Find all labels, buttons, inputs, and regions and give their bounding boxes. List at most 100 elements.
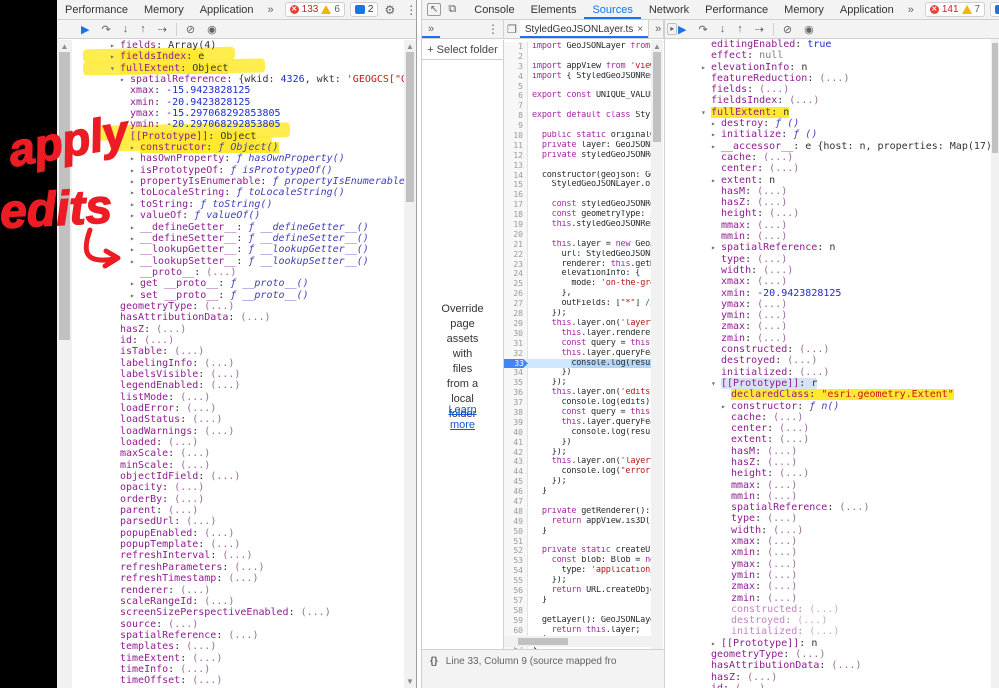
- line-number[interactable]: 16: [504, 190, 528, 200]
- tree-row-labelsVisible[interactable]: labelsVisible: (...): [110, 369, 404, 380]
- line-number[interactable]: 59: [504, 616, 528, 626]
- line-number[interactable]: 27: [504, 299, 528, 309]
- tree-row-mmin[interactable]: mmin: (...): [701, 491, 991, 502]
- code-line-55[interactable]: 55 });: [504, 576, 652, 586]
- tree-row-initialize[interactable]: ▸initialize: ƒ (): [701, 129, 991, 140]
- property-value[interactable]: (...): [757, 276, 787, 287]
- tree-row-hasAttributionData[interactable]: hasAttributionData: (...): [110, 312, 404, 323]
- tree-row-__defineSetter__[interactable]: ▸__defineSetter__: ƒ __defineSetter__(): [110, 233, 404, 244]
- code-line-36[interactable]: 36 this.layer.on('edits', (: [504, 388, 652, 398]
- expander-icon[interactable]: ▾: [711, 378, 721, 389]
- tree-row-loadStatus[interactable]: loadStatus: (...): [110, 414, 404, 425]
- expander-icon[interactable]: ▸: [711, 638, 721, 649]
- tab-application[interactable]: Application: [192, 0, 262, 19]
- expander-icon[interactable]: ▸: [110, 40, 120, 51]
- inspect-element-icon[interactable]: ↖: [427, 3, 441, 16]
- line-number[interactable]: 20: [504, 230, 528, 240]
- tab-elements[interactable]: Elements: [523, 0, 585, 19]
- code-line-22[interactable]: 22 url: StyledGeoJSONLaye: [504, 250, 652, 260]
- code-line-50[interactable]: 50 }: [504, 527, 652, 537]
- property-value[interactable]: (...): [204, 596, 234, 607]
- left-issues-badge-group[interactable]: ✕ 133 6: [285, 2, 345, 17]
- scrollbar-thumb[interactable]: [992, 43, 998, 153]
- line-number[interactable]: 56: [504, 586, 528, 596]
- property-value[interactable]: (...): [204, 358, 234, 369]
- code-line-3[interactable]: 3import appView from 'view/Ap: [504, 62, 652, 72]
- tree-row-loaded[interactable]: loaded: (...): [110, 437, 404, 448]
- tree-row-parent[interactable]: parent: (...): [110, 505, 404, 516]
- code-line-16[interactable]: 16: [504, 190, 652, 200]
- sidebar-scrollbar[interactable]: [991, 39, 999, 688]
- property-value[interactable]: (...): [799, 367, 829, 378]
- line-number[interactable]: 26: [504, 289, 528, 299]
- code-line-35[interactable]: 35 });: [504, 378, 652, 388]
- tree-row-loadWarnings[interactable]: loadWarnings: (...): [110, 426, 404, 437]
- tree-row-featureReduction[interactable]: featureReduction: (...): [701, 73, 991, 84]
- tree-row-ymax[interactable]: ymax: -15.297068292853805: [110, 108, 404, 119]
- tree-row-isTable[interactable]: isTable: (...): [110, 346, 404, 357]
- tree-row-ymin[interactable]: ymin: (...): [701, 310, 991, 321]
- line-number[interactable]: 35: [504, 378, 528, 388]
- line-number[interactable]: 15: [504, 180, 528, 190]
- tree-row-type[interactable]: type: (...): [701, 513, 991, 524]
- code-line-53[interactable]: 53 const blob: Blob = new B: [504, 556, 652, 566]
- code-line-54[interactable]: 54 type: 'application/jso: [504, 566, 652, 576]
- property-value[interactable]: (...): [757, 254, 787, 265]
- tree-row-extent[interactable]: extent: (...): [701, 434, 991, 445]
- tree-row-templates[interactable]: templates: (...): [110, 641, 404, 652]
- tree-row-effect[interactable]: effect: null: [701, 50, 991, 61]
- property-value[interactable]: (...): [168, 505, 198, 516]
- code-line-19[interactable]: 19 this.styledGeoJSONRender: [504, 220, 652, 230]
- tree-row-hasZ[interactable]: hasZ: (...): [701, 672, 991, 683]
- code-line-10[interactable]: 10 public static originalGeo:: [504, 131, 652, 141]
- tree-row-declaredClass[interactable]: declaredClass: "esri.geometry.Extent": [701, 389, 991, 400]
- code-line-29[interactable]: 29 this.layer.on('layerview: [504, 319, 652, 329]
- line-number[interactable]: 46: [504, 487, 528, 497]
- learn-more-link-text[interactable]: Learn: [448, 404, 476, 416]
- scroll-up-icon[interactable]: ▲: [404, 42, 416, 51]
- tree-row-destroyed[interactable]: destroyed: (...): [701, 355, 991, 366]
- tree-row-toLocaleString[interactable]: ▸toLocaleString: ƒ toLocaleString(): [110, 187, 404, 198]
- property-value[interactable]: (...): [204, 426, 234, 437]
- code-line-46[interactable]: 46 }: [504, 487, 652, 497]
- line-number[interactable]: 18: [504, 210, 528, 220]
- code-line-58[interactable]: 58: [504, 606, 652, 616]
- code-line-52[interactable]: 52 private static createUrl(g: [504, 546, 652, 556]
- code-line-56[interactable]: 56 return URL.createObjectU: [504, 586, 652, 596]
- code-line-7[interactable]: 7: [504, 101, 652, 111]
- code-line-4[interactable]: 4import { StyledGeoJSONRender: [504, 72, 652, 82]
- tree-row-orderBy[interactable]: orderBy: (...): [110, 494, 404, 505]
- property-value[interactable]: (...): [757, 333, 787, 344]
- code-line-39[interactable]: 39 this.layer.queryFeatur: [504, 418, 652, 428]
- tree-row-height[interactable]: height: (...): [701, 208, 991, 219]
- property-value[interactable]: (...): [186, 403, 216, 414]
- left-tree-scrollbar[interactable]: ▲ ▼: [404, 40, 416, 688]
- code-line-60[interactable]: 60 return this.layer;: [504, 626, 652, 636]
- code-line-31[interactable]: 31 const query = this.lay: [504, 339, 652, 349]
- expander-icon[interactable]: ▸: [130, 256, 140, 267]
- property-value[interactable]: (...): [204, 528, 234, 539]
- line-number[interactable]: 60: [504, 626, 528, 636]
- step-icon[interactable]: ⇢: [152, 23, 173, 36]
- expander-icon[interactable]: ▸: [120, 74, 130, 85]
- tree-row-xmin[interactable]: xmin: -20.9423828125: [701, 288, 991, 299]
- tree-row-editingEnabled[interactable]: editingEnabled: true: [701, 39, 991, 50]
- property-value[interactable]: (...): [809, 626, 839, 637]
- tree-row-type[interactable]: type: (...): [701, 254, 991, 265]
- tree-row-__proto__[interactable]: __proto__: (...): [110, 267, 404, 278]
- code-line-25[interactable]: 25 mode: 'on-the-ground: [504, 279, 652, 289]
- code-line-47[interactable]: 47: [504, 497, 652, 507]
- tab-network[interactable]: Network: [641, 0, 697, 19]
- property-value[interactable]: (...): [192, 675, 222, 686]
- tree-row-timeExtent[interactable]: timeExtent: (...): [110, 653, 404, 664]
- code-line-9[interactable]: 9: [504, 121, 652, 131]
- code-line-12[interactable]: 12 private styledGeoJSONRende: [504, 151, 652, 161]
- tree-row-toString[interactable]: ▸toString: ƒ toString(): [110, 199, 404, 210]
- code-line-44[interactable]: 44 console.log("error is: [504, 467, 652, 477]
- scroll-up-icon[interactable]: ▲: [651, 42, 663, 51]
- expander-icon[interactable]: ▸: [711, 141, 721, 152]
- property-value[interactable]: (...): [168, 437, 198, 448]
- line-number[interactable]: 13: [504, 161, 528, 171]
- tree-row-loadError[interactable]: loadError: (...): [110, 403, 404, 414]
- tree-row-valueOf[interactable]: ▸valueOf: ƒ valueOf(): [110, 210, 404, 221]
